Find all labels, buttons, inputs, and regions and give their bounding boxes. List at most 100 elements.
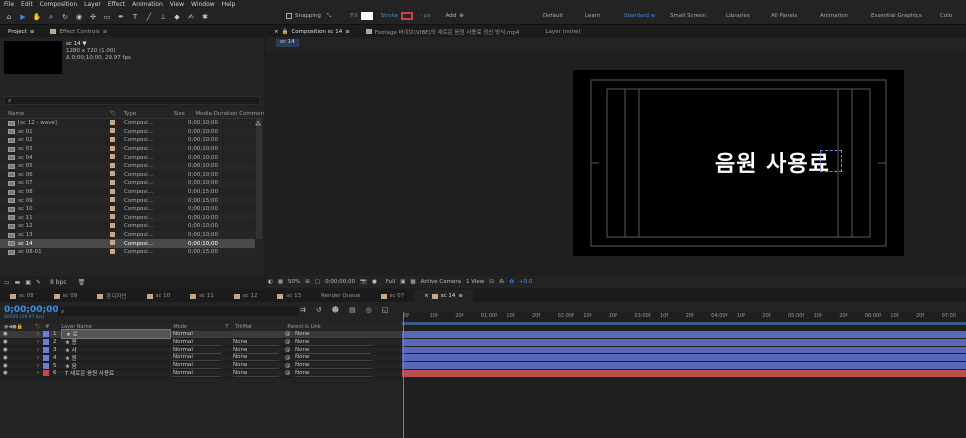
label-swatch[interactable] <box>110 162 115 168</box>
shy-icon[interactable]: ☻ <box>332 306 339 314</box>
label-swatch[interactable] <box>110 128 115 134</box>
trkmat-dropdown[interactable]: None <box>233 347 279 354</box>
close-icon[interactable]: × <box>274 29 279 35</box>
layer-name[interactable]: ★ 원 <box>61 354 171 362</box>
project-item[interactable]: [sc 12 - wave] Composi... 0;00;10;00 <box>0 119 255 128</box>
tab-layer[interactable]: Layer (none) <box>537 26 588 37</box>
tab-composition[interactable]: × 🔒 Composition sc 14 ≡ <box>266 26 358 37</box>
tab-effect-controls[interactable]: Effect Controls ≡ <box>42 26 115 37</box>
region-icon[interactable]: ▢ <box>315 279 320 285</box>
zoom-dropdown[interactable]: 50% <box>288 279 300 285</box>
comp-mini-flowchart-icon[interactable]: ⇉ <box>300 306 306 314</box>
label-swatch[interactable] <box>110 240 115 246</box>
mode-dropdown[interactable]: Normal <box>173 354 221 362</box>
home-icon[interactable]: ⌂ <box>4 12 14 22</box>
stroke-swatch[interactable] <box>401 12 414 20</box>
clone-stamp-tool-icon[interactable]: ⊥ <box>158 12 168 22</box>
timeline-tab[interactable]: sc 12 <box>224 290 268 302</box>
camera-tool-icon[interactable]: ◉ <box>74 12 84 22</box>
col-size[interactable]: Size <box>173 111 195 117</box>
eye-icon[interactable]: ◉ <box>3 355 11 361</box>
label-swatch[interactable] <box>110 171 115 177</box>
eye-icon[interactable]: ◉ <box>3 363 11 369</box>
snap-icon[interactable]: ⤡ <box>327 13 331 20</box>
snapping-checkbox[interactable] <box>286 13 292 19</box>
trkmat-dropdown[interactable]: None <box>233 370 279 377</box>
timeline-tab[interactable]: Render Queue <box>311 290 370 302</box>
parent-dropdown[interactable]: None <box>295 370 371 377</box>
timecode-display[interactable]: 0;00;00;00 <box>325 279 355 285</box>
eye-icon[interactable]: ◉ <box>3 339 11 345</box>
timeline-tab[interactable]: sc 09 <box>44 290 88 302</box>
label-swatch[interactable] <box>110 248 115 254</box>
timeline-tab[interactable]: × sc 14 ≡ <box>414 290 473 302</box>
pickwhip-icon[interactable]: @ <box>285 347 295 353</box>
timeline-tab[interactable]: sc 10 <box>137 290 181 302</box>
layer-duration-bar[interactable] <box>402 362 966 370</box>
puppet-tool-icon[interactable]: ✱ <box>200 12 210 22</box>
menu-window[interactable]: Window <box>191 1 215 8</box>
frame-blend-icon[interactable]: ▤ <box>349 306 356 314</box>
layer-duration-bar[interactable] <box>402 354 966 363</box>
trkmat-dropdown[interactable]: None <box>233 362 279 370</box>
always-preview-icon[interactable]: ◐ <box>268 279 273 285</box>
time-ruler[interactable]: 0f 10f 20f 01:00f 10f 20f 02:00f 10f 20f 03:00f 10… <box>402 312 966 322</box>
menu-help[interactable]: Help <box>222 1 236 8</box>
label-swatch[interactable] <box>110 222 115 228</box>
timeline-search-input[interactable]: ⌕ <box>58 307 298 316</box>
current-time[interactable]: 0;00;00;00 00000 (29.97 fps) <box>4 305 59 320</box>
label-swatch[interactable] <box>110 205 115 211</box>
col-name[interactable]: Name <box>0 111 110 117</box>
layer-duration-bar[interactable] <box>402 369 966 378</box>
workspace-colo[interactable]: Colo <box>940 13 952 19</box>
type-tool-icon[interactable]: T <box>130 12 140 22</box>
project-item[interactable]: sc 01 Composi... 0;00;10;00 <box>0 127 255 137</box>
mode-dropdown[interactable]: Normal <box>173 331 221 338</box>
exposure-value[interactable]: +0.0 <box>519 279 532 285</box>
project-item[interactable]: sc 02 Composi... 0;00;10;00 <box>0 136 255 145</box>
layer-label-swatch[interactable] <box>43 331 49 338</box>
menu-layer[interactable]: Layer <box>84 1 101 8</box>
trkmat-dropdown[interactable] <box>233 333 279 335</box>
label-swatch[interactable] <box>110 231 115 237</box>
project-item[interactable]: sc 13 Composi... 0;00;10;00 <box>0 230 255 240</box>
layer-duration-bar[interactable] <box>402 331 966 339</box>
project-item[interactable]: sc 06 Composi... 0;00;10;00 <box>0 170 255 180</box>
project-item[interactable]: sc 12 Composi... 0;00;10;00 <box>0 222 255 231</box>
exposure-icon[interactable]: ✿ <box>509 279 514 285</box>
channel-icon[interactable]: ● <box>372 279 377 285</box>
rectangle-tool-icon[interactable]: ▭ <box>102 12 112 22</box>
workspace-all-panels[interactable]: All Panels <box>771 13 797 19</box>
label-swatch[interactable] <box>110 179 115 185</box>
layer-label-swatch[interactable] <box>43 339 49 346</box>
layer-name[interactable]: ★ 사 <box>61 346 171 354</box>
comp-name[interactable]: sc 14 ▼ <box>66 41 131 48</box>
col-trkmat[interactable]: TrkMat <box>235 324 287 330</box>
roto-brush-tool-icon[interactable]: ✍ <box>186 12 196 22</box>
label-swatch[interactable] <box>110 119 115 125</box>
mode-dropdown[interactable]: Normal <box>173 347 221 354</box>
project-item[interactable]: sc 08-01 Composi... 0;00;15;00 <box>0 247 255 257</box>
selection-tool-icon[interactable]: ▶ <box>18 12 28 22</box>
parent-dropdown[interactable]: None <box>295 339 371 346</box>
eye-icon[interactable]: ◉ <box>3 370 11 376</box>
parent-dropdown[interactable]: None <box>295 347 371 354</box>
layer-duration-bar[interactable] <box>402 346 966 355</box>
layer-label-swatch[interactable] <box>43 370 49 377</box>
pen-tool-icon[interactable]: ✒ <box>116 12 126 22</box>
menu-file[interactable]: File <box>4 1 14 8</box>
project-item[interactable]: sc 08 Composi... 0;00;15;00 <box>0 187 255 197</box>
motion-blur-icon[interactable]: ◎ <box>366 306 372 314</box>
resolution-icon[interactable]: ⊞ <box>305 279 310 285</box>
pickwhip-icon[interactable]: @ <box>285 339 295 345</box>
mode-dropdown[interactable]: Normal <box>173 362 221 370</box>
mode-dropdown[interactable]: Normal <box>173 339 221 346</box>
project-item[interactable]: sc 10 Composi... 0;00;10;00 <box>0 204 255 214</box>
rotate-tool-icon[interactable]: ↻ <box>60 12 70 22</box>
eye-icon[interactable]: ◉ <box>3 347 11 353</box>
selected-layer-bbox[interactable] <box>820 150 842 172</box>
stroke-width[interactable]: - px <box>420 13 430 19</box>
workspace-libraries[interactable]: Libraries <box>726 13 750 19</box>
menu-icon[interactable]: ≡ <box>458 293 463 299</box>
label-col-icon[interactable]: 🏷 <box>110 111 124 117</box>
